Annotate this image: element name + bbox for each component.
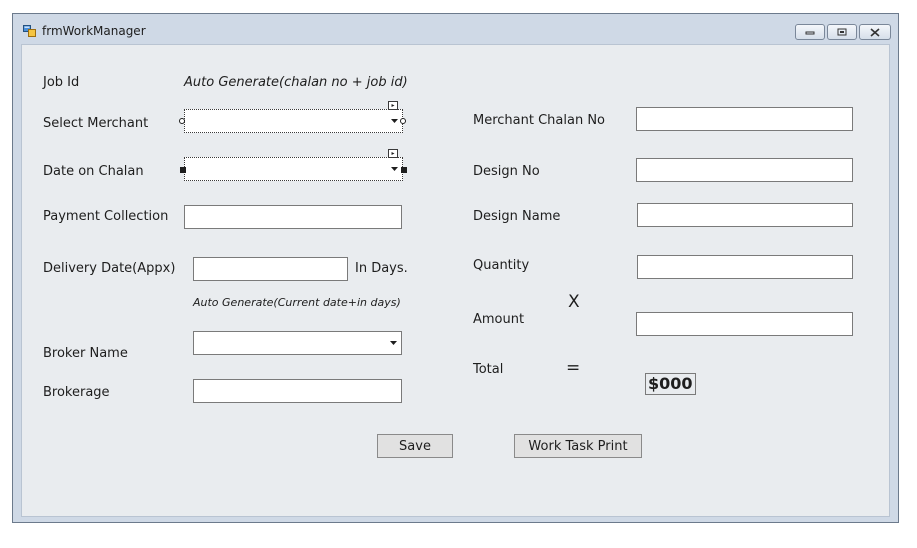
- chevron-down-icon: [390, 341, 397, 345]
- broker-name-label: Broker Name: [43, 346, 128, 361]
- resize-handle-right[interactable]: [401, 167, 407, 173]
- design-name-input[interactable]: [637, 203, 853, 227]
- delivery-date-label: Delivery Date(Appx): [43, 261, 176, 276]
- merchant-chalan-no-input[interactable]: [636, 107, 853, 131]
- smart-tag-icon[interactable]: ▸: [388, 101, 398, 110]
- equals-sign: =: [566, 358, 581, 378]
- job-id-label: Job Id: [43, 75, 80, 90]
- date-on-chalan-label: Date on Chalan: [43, 164, 144, 179]
- select-merchant-combobox[interactable]: [184, 109, 403, 133]
- amount-input[interactable]: [636, 312, 853, 336]
- total-value: $000: [645, 373, 696, 395]
- select-merchant-label: Select Merchant: [43, 116, 149, 131]
- chevron-down-icon: [391, 167, 398, 171]
- form-client-area: Job Id Auto Generate(chalan no + job id)…: [21, 44, 890, 517]
- brokerage-label: Brokerage: [43, 385, 110, 400]
- total-label: Total: [473, 362, 504, 377]
- delivery-days-input[interactable]: [193, 257, 348, 281]
- maximize-icon: [837, 28, 847, 36]
- smart-tag-icon[interactable]: ▸: [388, 149, 398, 158]
- design-name-label: Design Name: [473, 209, 561, 224]
- in-days-label: In Days.: [355, 261, 408, 276]
- job-id-value: Auto Generate(chalan no + job id): [184, 75, 408, 90]
- maximize-button[interactable]: [827, 24, 857, 40]
- chevron-down-icon: [391, 119, 398, 123]
- save-button[interactable]: Save: [377, 434, 453, 458]
- close-icon: [870, 27, 880, 37]
- design-no-label: Design No: [473, 164, 540, 179]
- quantity-input[interactable]: [637, 255, 853, 279]
- close-button[interactable]: [859, 24, 891, 40]
- resize-handle-left[interactable]: [180, 167, 186, 173]
- merchant-chalan-no-label: Merchant Chalan No: [473, 113, 606, 128]
- date-on-chalan-picker[interactable]: [184, 157, 403, 181]
- app-form-icon: [23, 25, 36, 37]
- payment-collection-label: Payment Collection: [43, 209, 169, 224]
- payment-collection-input[interactable]: [184, 205, 402, 229]
- window-title: frmWorkManager: [42, 24, 146, 38]
- form-window: frmWorkManager Job Id Auto Generate(chal…: [12, 13, 899, 523]
- title-bar[interactable]: frmWorkManager: [13, 14, 898, 44]
- design-no-input[interactable]: [636, 158, 853, 182]
- resize-handle-left[interactable]: [179, 118, 185, 124]
- minimize-button[interactable]: [795, 24, 825, 40]
- resize-handle-right[interactable]: [400, 118, 406, 124]
- delivery-date-hint: Auto Generate(Current date+in days): [193, 296, 401, 309]
- quantity-label: Quantity: [473, 258, 530, 273]
- broker-name-combobox[interactable]: [193, 331, 402, 355]
- amount-label: Amount: [473, 312, 525, 327]
- minimize-icon: [805, 31, 815, 35]
- work-task-print-button[interactable]: Work Task Print: [514, 434, 642, 458]
- multiply-sign: X: [568, 292, 580, 312]
- brokerage-input[interactable]: [193, 379, 402, 403]
